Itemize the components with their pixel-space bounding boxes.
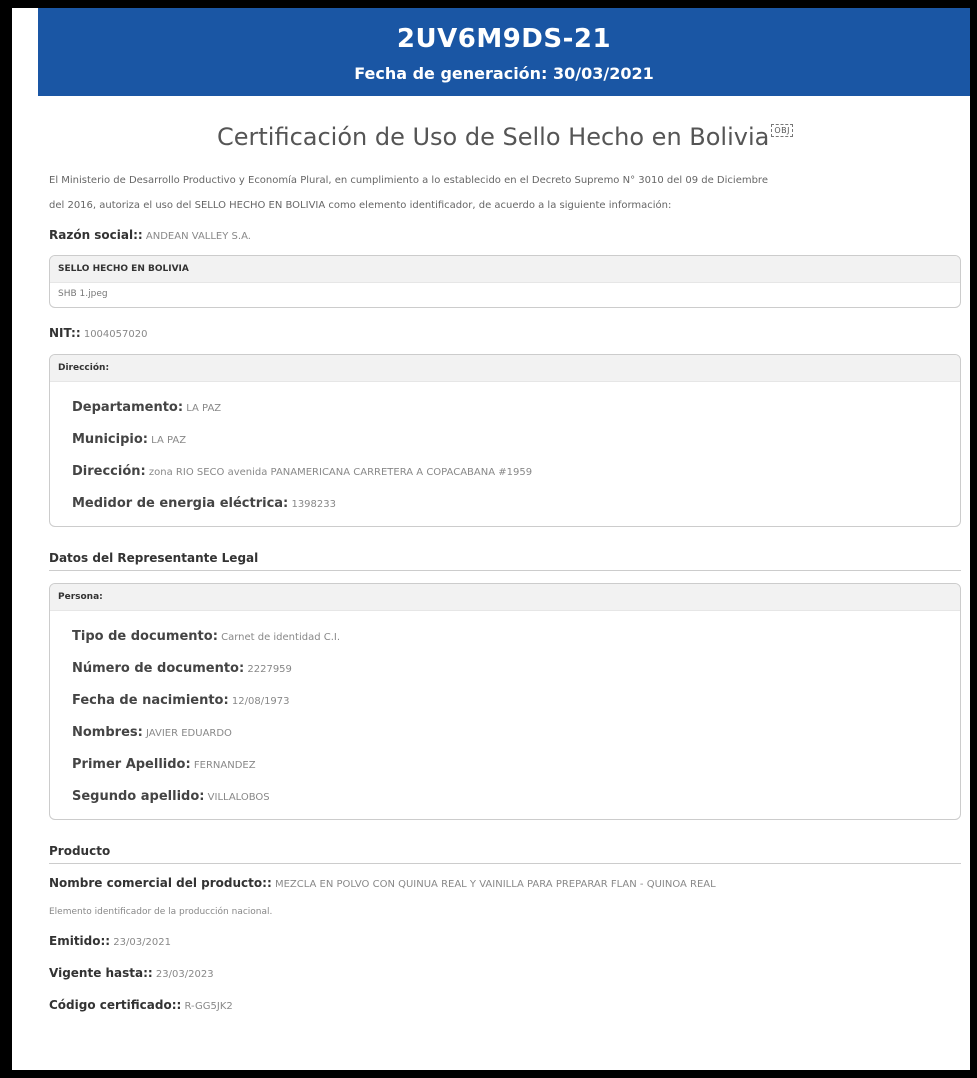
page-title-text: Certificación de Uso de Sello Hecho en B… <box>216 123 770 151</box>
nit-label: NIT:: <box>49 326 81 340</box>
vigente-value: 23/03/2023 <box>155 969 214 980</box>
codigo-label: Código certificado:: <box>49 998 182 1012</box>
nit-row: NIT:: 1004057020 <box>49 326 961 340</box>
field-label: Número de documento: <box>72 661 245 676</box>
nombre-producto-value: MEZCLA EN POLVO CON QUINUA REAL Y VAINIL… <box>274 879 716 890</box>
field-value: 2227959 <box>247 664 292 675</box>
razon-social-label: Razón social:: <box>49 228 143 242</box>
nombre-producto-row: Nombre comercial del producto:: MEZCLA E… <box>49 876 961 890</box>
primer-apellido-row: Primer Apellido: FERNANDEZ <box>50 749 960 781</box>
field-label: Segundo apellido: <box>72 789 205 804</box>
persona-box-title: Persona: <box>50 584 960 611</box>
direccion-row: Dirección: zona RIO SECO avenida PANAMER… <box>50 456 960 488</box>
medidor-row: Medidor de energia eléctrica: 1398233 <box>50 488 960 520</box>
certificate-page: 2UV6M9DS-21 Fecha de generación: 30/03/2… <box>12 8 970 1070</box>
field-label: Nombres: <box>72 725 143 740</box>
nombres-row: Nombres: JAVIER EDUARDO <box>50 717 960 749</box>
field-value: VILLALOBOS <box>207 792 270 803</box>
field-value: zona RIO SECO avenida PANAMERICANA CARRE… <box>148 467 533 478</box>
emitido-label: Emitido:: <box>49 934 111 948</box>
codigo-value: R-GG5JK2 <box>184 1001 233 1012</box>
numero-documento-row: Número de documento: 2227959 <box>50 653 960 685</box>
sello-file[interactable]: SHB 1.jpeg <box>50 283 960 307</box>
direccion-box-title: Dirección: <box>50 355 960 382</box>
field-value: LA PAZ <box>186 403 222 414</box>
object-placeholder-icon: OBJ <box>771 124 794 137</box>
representante-section-heading: Datos del Representante Legal <box>49 551 961 571</box>
codigo-row: Código certificado:: R-GG5JK2 <box>49 998 961 1012</box>
nombre-producto-label: Nombre comercial del producto:: <box>49 876 272 890</box>
field-label: Primer Apellido: <box>72 757 191 772</box>
field-label: Fecha de nacimiento: <box>72 693 229 708</box>
field-value: 12/08/1973 <box>231 696 290 707</box>
field-label: Dirección: <box>72 464 146 479</box>
razon-social-value: ANDEAN VALLEY S.A. <box>145 231 251 242</box>
field-label: Medidor de energia eléctrica: <box>72 496 289 511</box>
persona-fields: Tipo de documento: Carnet de identidad C… <box>50 611 960 819</box>
field-value: LA PAZ <box>151 435 187 446</box>
field-label: Municipio: <box>72 432 148 447</box>
intro-paragraph: El Ministerio de Desarrollo Productivo y… <box>49 168 961 218</box>
page-title: Certificación de Uso de Sello Hecho en B… <box>49 123 961 151</box>
intro-line-1: El Ministerio de Desarrollo Productivo y… <box>49 175 768 186</box>
razon-social-row: Razón social:: ANDEAN VALLEY S.A. <box>49 228 961 242</box>
field-value: 1398233 <box>291 499 336 510</box>
direccion-fields: Departamento: LA PAZ Municipio: LA PAZ D… <box>50 382 960 526</box>
vigente-label: Vigente hasta:: <box>49 966 153 980</box>
tipo-documento-row: Tipo de documento: Carnet de identidad C… <box>50 621 960 653</box>
field-value: Carnet de identidad C.I. <box>221 632 341 643</box>
certificate-code: 2UV6M9DS-21 <box>396 24 612 54</box>
sello-box: SELLO HECHO EN BOLIVIA SHB 1.jpeg <box>49 255 961 308</box>
sello-box-title: SELLO HECHO EN BOLIVIA <box>50 256 960 283</box>
emitido-row: Emitido:: 23/03/2021 <box>49 934 961 948</box>
municipio-row: Municipio: LA PAZ <box>50 424 960 456</box>
field-value: FERNANDEZ <box>193 760 256 771</box>
field-label: Tipo de documento: <box>72 629 218 644</box>
fecha-nacimiento-row: Fecha de nacimiento: 12/08/1973 <box>50 685 960 717</box>
generation-date: Fecha de generación: 30/03/2021 <box>354 64 654 83</box>
vigente-row: Vigente hasta:: 23/03/2023 <box>49 966 961 980</box>
producto-note: Elemento identificador de la producción … <box>49 907 273 917</box>
certificate-content: Certificación de Uso de Sello Hecho en B… <box>49 96 961 1012</box>
header-banner: 2UV6M9DS-21 Fecha de generación: 30/03/2… <box>38 8 970 96</box>
direccion-box: Dirección: Departamento: LA PAZ Municipi… <box>49 354 961 527</box>
segundo-apellido-row: Segundo apellido: VILLALOBOS <box>50 781 960 813</box>
persona-box: Persona: Tipo de documento: Carnet de id… <box>49 583 961 820</box>
intro-line-2: del 2016, autoriza el uso del SELLO HECH… <box>49 200 672 211</box>
departamento-row: Departamento: LA PAZ <box>50 392 960 424</box>
emitido-value: 23/03/2021 <box>113 937 171 948</box>
field-value: JAVIER EDUARDO <box>146 728 232 739</box>
nit-value: 1004057020 <box>83 329 148 340</box>
producto-section-heading: Producto <box>49 844 961 864</box>
field-label: Departamento: <box>72 400 184 415</box>
